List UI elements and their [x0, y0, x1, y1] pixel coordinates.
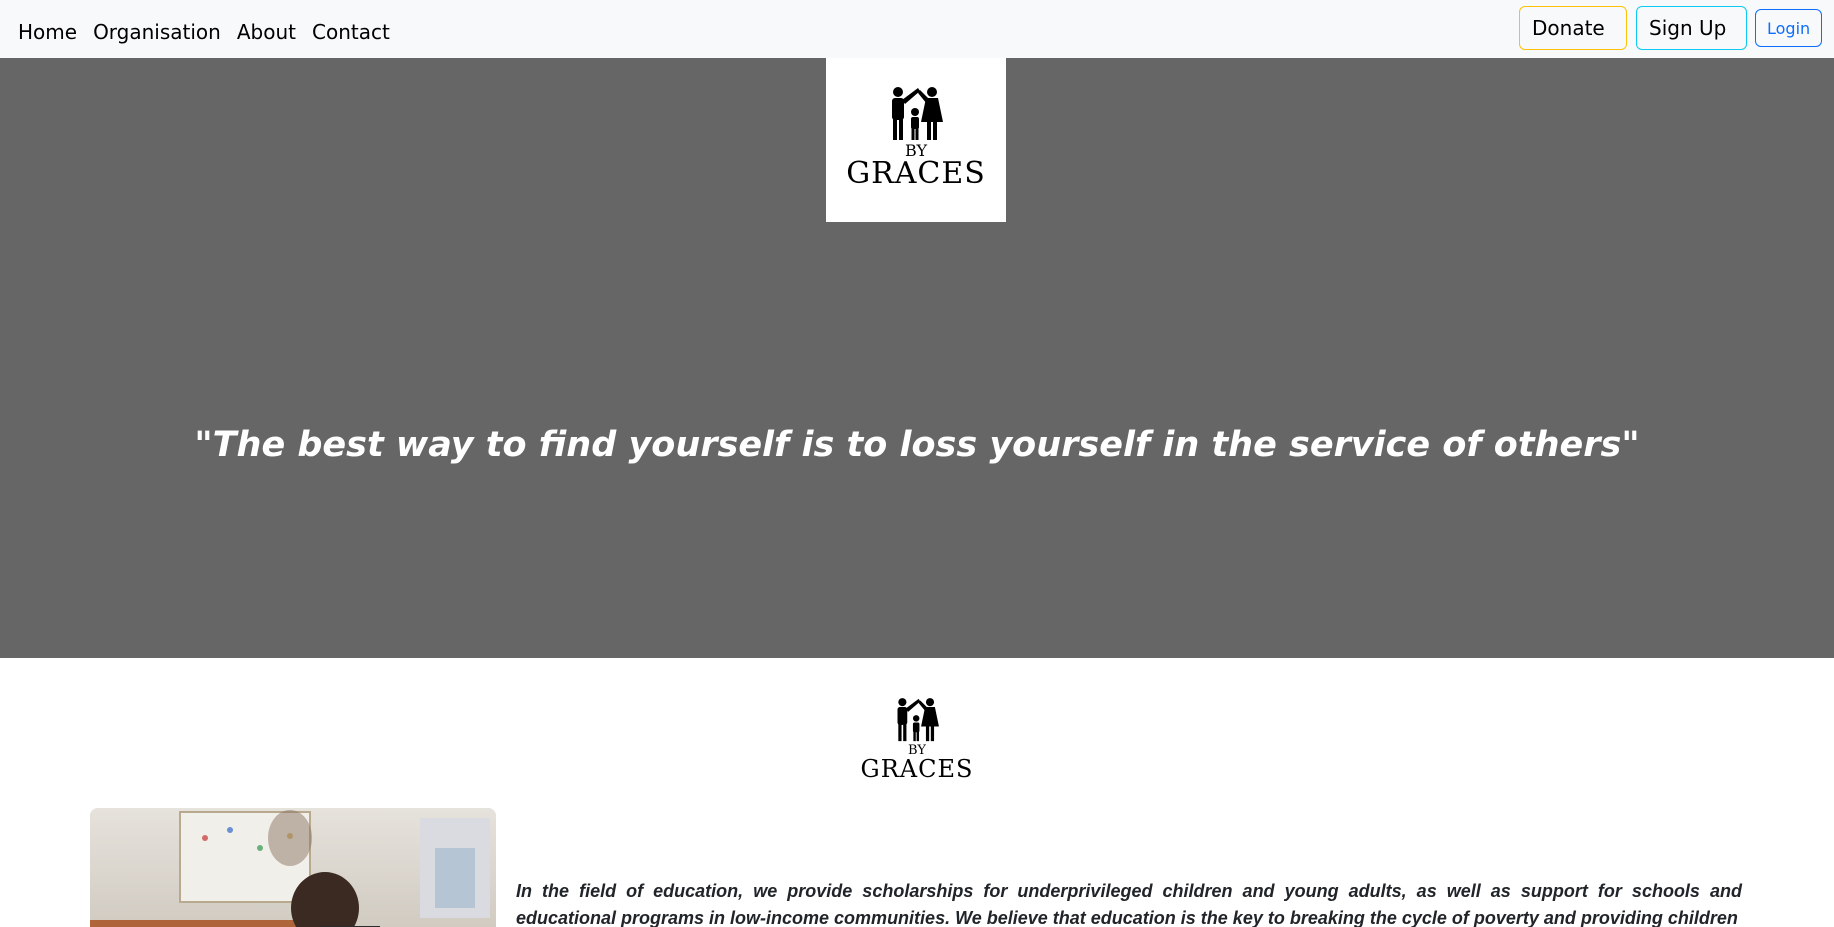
- nav-link-contact[interactable]: Contact: [312, 20, 390, 44]
- logo-name-text: GRACES: [860, 755, 974, 783]
- classroom-child-photo: [90, 808, 496, 927]
- nav-link-organisation[interactable]: Organisation: [93, 20, 221, 44]
- classroom-photo-art: [90, 808, 496, 927]
- hero-logo-box: BY GRACES: [826, 58, 1006, 222]
- hero-logo: BY GRACES: [826, 86, 1006, 189]
- nav-links: Home Organisation About Contact: [18, 20, 406, 44]
- navbar: Home Organisation About Contact Donate S…: [0, 0, 1834, 58]
- login-button[interactable]: Login: [1755, 9, 1822, 47]
- donate-button[interactable]: Donate: [1519, 6, 1627, 50]
- family-home-icon: [892, 87, 943, 140]
- nav-link-home[interactable]: Home: [18, 20, 77, 44]
- family-home-icon: [897, 698, 939, 742]
- logo-name-text: GRACES: [846, 156, 986, 191]
- sign-up-button[interactable]: Sign Up: [1636, 6, 1747, 50]
- education-paragraph: In the field of education, we provide sc…: [516, 881, 1742, 927]
- hero-quote: "The best way to find yourself is to los…: [194, 425, 1640, 465]
- content-logo: BY GRACES: [842, 697, 992, 781]
- hero-section: BY GRACES "The best way to find yourself…: [0, 58, 1834, 658]
- nav-link-about[interactable]: About: [237, 20, 296, 44]
